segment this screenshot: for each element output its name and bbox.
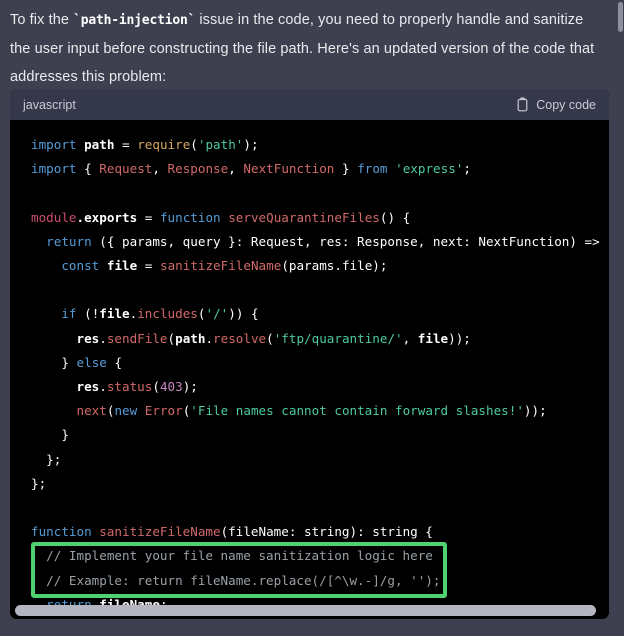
page-vertical-scrollbar-thumb[interactable] (618, 2, 623, 32)
code-horizontal-scrollbar[interactable] (10, 605, 609, 616)
page-vertical-scrollbar[interactable] (617, 0, 624, 636)
clipboard-icon (516, 97, 529, 112)
inline-code-path-injection: `path-injection` (73, 13, 196, 28)
code-block-card: javascript Copy code import path = requi… (10, 89, 609, 619)
code-block-header: javascript Copy code (10, 89, 609, 120)
code-block-body[interactable]: import path = require('path'); import { … (10, 120, 609, 619)
intro-paragraph: To fix the `path-injection` issue in the… (0, 0, 624, 91)
code-language-label: javascript (23, 97, 76, 112)
code-content: import path = require('path'); import { … (31, 137, 600, 612)
copy-code-button[interactable]: Copy code (516, 97, 596, 112)
copy-code-label: Copy code (536, 97, 596, 112)
intro-text-part1: To fix the (10, 12, 74, 28)
code-horizontal-scrollbar-thumb[interactable] (15, 605, 596, 616)
chat-response-panel: To fix the `path-injection` issue in the… (0, 0, 624, 636)
